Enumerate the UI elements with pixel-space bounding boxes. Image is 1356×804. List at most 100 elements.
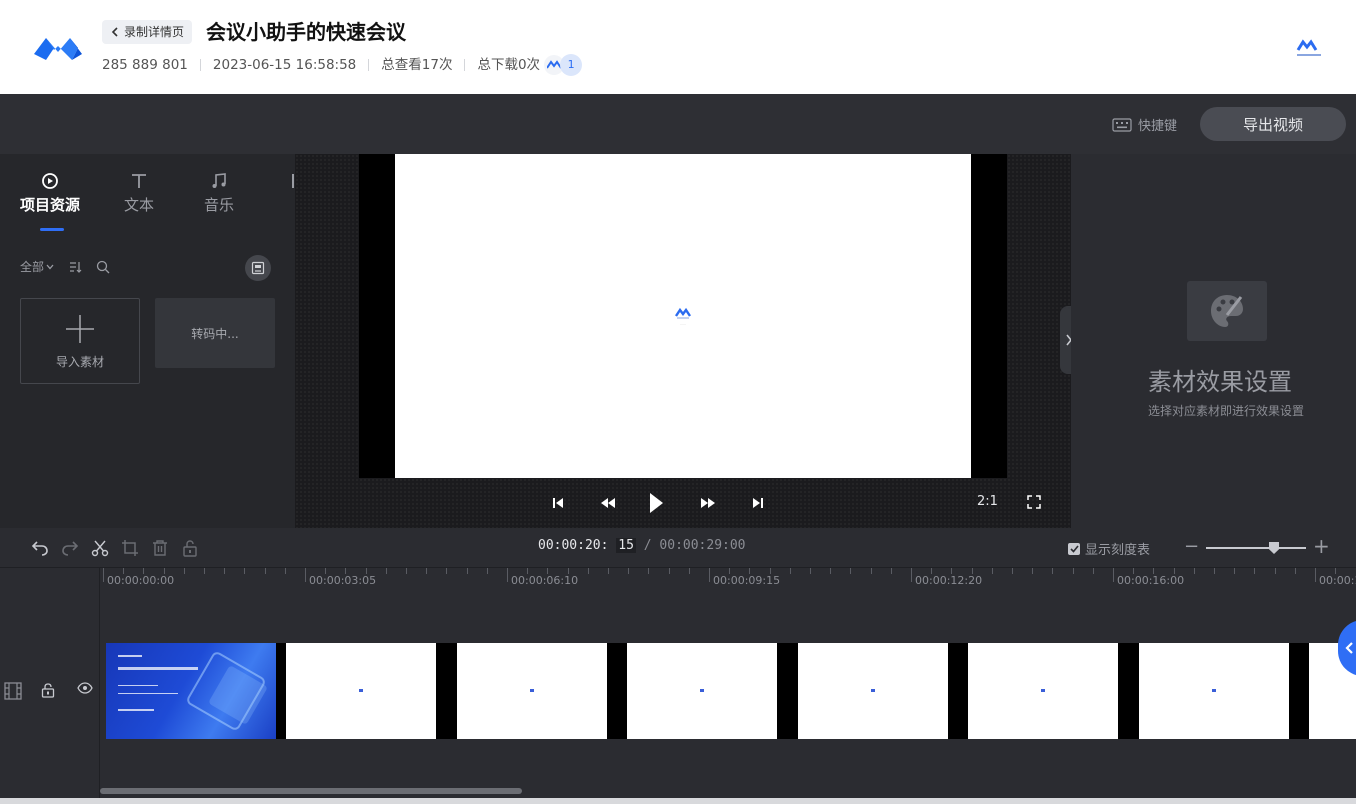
export-video-button[interactable]: 导出视频 bbox=[1200, 107, 1346, 141]
ruler-major-tick bbox=[507, 568, 508, 582]
shortcuts-label: 快捷键 bbox=[1138, 119, 1178, 134]
ruler-minor-tick bbox=[365, 568, 367, 574]
filter-all-dropdown[interactable]: 全部 bbox=[20, 258, 54, 275]
playhead-timecode: 00:00:20: 15 / 00:00:29:00 bbox=[538, 538, 746, 553]
tab-label: 项目资源 bbox=[20, 196, 81, 214]
ruler-minor-tick bbox=[183, 568, 185, 574]
back-label: 录制详情页 bbox=[124, 25, 185, 39]
ruler-minor-tick bbox=[850, 568, 852, 574]
video-canvas[interactable]: ······ bbox=[359, 154, 1007, 478]
meeting-id: 285 889 801 bbox=[102, 57, 188, 73]
editor-toolbar: 快捷键 导出视频 bbox=[0, 94, 1356, 154]
tab-text[interactable]: 文本 bbox=[124, 172, 154, 215]
clip-thumbnail[interactable] bbox=[1128, 643, 1299, 739]
play-icon bbox=[650, 493, 663, 513]
clip-thumbnail[interactable] bbox=[446, 643, 617, 739]
more-tab-icon bbox=[292, 174, 294, 188]
fast-forward-button[interactable] bbox=[699, 491, 717, 515]
ruler-label: 00:00:00:00 bbox=[107, 574, 175, 587]
ruler-minor-tick bbox=[789, 568, 791, 574]
ruler-minor-tick bbox=[688, 568, 690, 574]
brand-logo bbox=[1296, 39, 1321, 56]
redo-button[interactable] bbox=[60, 538, 80, 558]
track-visibility-icon[interactable] bbox=[77, 682, 93, 694]
sort-icon[interactable] bbox=[68, 260, 82, 274]
fullscreen-button[interactable] bbox=[1027, 494, 1041, 513]
app-header: 录制详情页 会议小助手的快速会议 285 889 801 2023-06-15 … bbox=[0, 0, 1356, 94]
ruler-label: 00:00:16:00 bbox=[1117, 574, 1185, 587]
thumbnail-text-line bbox=[118, 667, 198, 670]
palette-icon bbox=[1211, 295, 1243, 327]
tab-more[interactable] bbox=[284, 172, 295, 190]
total-duration: / 00:00:29:00 bbox=[643, 538, 746, 553]
ruler-major-tick bbox=[103, 568, 104, 582]
show-ruler-checkbox[interactable] bbox=[1068, 542, 1080, 555]
scissors-icon bbox=[91, 540, 109, 557]
ruler-label: 00:00:06:10 bbox=[511, 574, 579, 587]
tab-project-resources[interactable]: 项目资源 bbox=[20, 172, 80, 215]
aspect-ratio-selector[interactable]: 2:1 bbox=[977, 494, 998, 509]
show-ruler-label: 显示刻度表 bbox=[1085, 543, 1151, 558]
undo-button[interactable] bbox=[30, 538, 50, 558]
timeline-zoom-slider[interactable] bbox=[1206, 542, 1306, 554]
ruler-minor-tick bbox=[1173, 568, 1175, 574]
timeline-tracks[interactable]: 00:00:00:00 00:00:03:05 00:00:06:10 00:0… bbox=[100, 568, 1356, 798]
redo-icon bbox=[62, 541, 79, 556]
show-ruler-toggle[interactable]: 显示刻度表 bbox=[1068, 539, 1150, 558]
lock-button[interactable] bbox=[180, 538, 200, 558]
tab-label: 音乐 bbox=[204, 196, 235, 214]
ruler-minor-tick bbox=[870, 568, 872, 574]
video-clip-strip[interactable] bbox=[106, 643, 1356, 739]
timeline-ruler[interactable]: 00:00:00:00 00:00:03:05 00:00:06:10 00:0… bbox=[100, 568, 1356, 590]
clip-thumbnail-title[interactable] bbox=[106, 643, 276, 739]
delete-button[interactable] bbox=[150, 538, 170, 558]
fullscreen-icon bbox=[1027, 495, 1041, 509]
clip-thumbnail[interactable] bbox=[617, 643, 788, 739]
import-label: 导入素材 bbox=[55, 354, 104, 369]
clip-thumbnail[interactable] bbox=[276, 643, 447, 739]
transcoding-media-card[interactable]: 转码中... bbox=[155, 298, 275, 368]
ruler-minor-tick bbox=[1214, 568, 1215, 574]
crop-button[interactable] bbox=[120, 538, 140, 558]
import-media-button[interactable]: 导入素材 bbox=[20, 298, 140, 384]
play-button[interactable] bbox=[647, 491, 665, 515]
zoom-in-button[interactable]: + bbox=[1313, 534, 1330, 558]
ruler-minor-tick bbox=[1193, 568, 1195, 574]
video-track-icon bbox=[4, 682, 22, 700]
skip-to-start-button[interactable] bbox=[551, 491, 565, 515]
chevron-down-icon bbox=[46, 264, 54, 269]
ruler-minor-tick bbox=[729, 568, 731, 574]
checkmark-icon bbox=[1069, 544, 1079, 553]
track-lock-icon[interactable] bbox=[41, 682, 55, 698]
skip-to-end-button[interactable] bbox=[751, 491, 765, 515]
shortcuts-button[interactable]: 快捷键 bbox=[1112, 115, 1177, 134]
ruler-minor-tick bbox=[204, 568, 205, 574]
back-to-recording-details-button[interactable]: 录制详情页 bbox=[102, 20, 193, 44]
music-icon bbox=[212, 173, 226, 188]
tab-music[interactable]: 音乐 bbox=[204, 172, 234, 215]
ruler-minor-tick bbox=[1234, 568, 1236, 574]
ruler-minor-tick bbox=[284, 568, 286, 574]
meeting-logo-icon bbox=[547, 60, 562, 69]
rewind-button[interactable] bbox=[599, 491, 617, 515]
ruler-minor-tick bbox=[1335, 568, 1337, 574]
ruler-minor-tick bbox=[1072, 568, 1074, 574]
media-library-button[interactable] bbox=[245, 255, 271, 281]
view-count: 总查看17次 bbox=[381, 57, 453, 73]
thumbnail-text-line bbox=[118, 709, 154, 711]
ruler-minor-tick bbox=[1052, 568, 1054, 574]
participants[interactable]: 1 bbox=[544, 54, 583, 76]
text-icon bbox=[132, 174, 146, 188]
filter-all-label: 全部 bbox=[20, 260, 45, 274]
ruler-minor-tick bbox=[1153, 568, 1155, 574]
search-icon[interactable] bbox=[96, 260, 110, 274]
zoom-out-button[interactable]: − bbox=[1184, 536, 1199, 557]
zoom-slider-handle[interactable] bbox=[1269, 542, 1279, 554]
clip-thumbnail[interactable] bbox=[787, 643, 958, 739]
ruler-minor-tick bbox=[951, 568, 953, 574]
timeline-horizontal-scrollbar[interactable] bbox=[100, 788, 522, 794]
split-button[interactable] bbox=[90, 538, 110, 558]
clip-thumbnail[interactable] bbox=[958, 643, 1129, 739]
ruler-minor-tick bbox=[264, 568, 266, 574]
ruler-major-tick bbox=[305, 568, 306, 582]
